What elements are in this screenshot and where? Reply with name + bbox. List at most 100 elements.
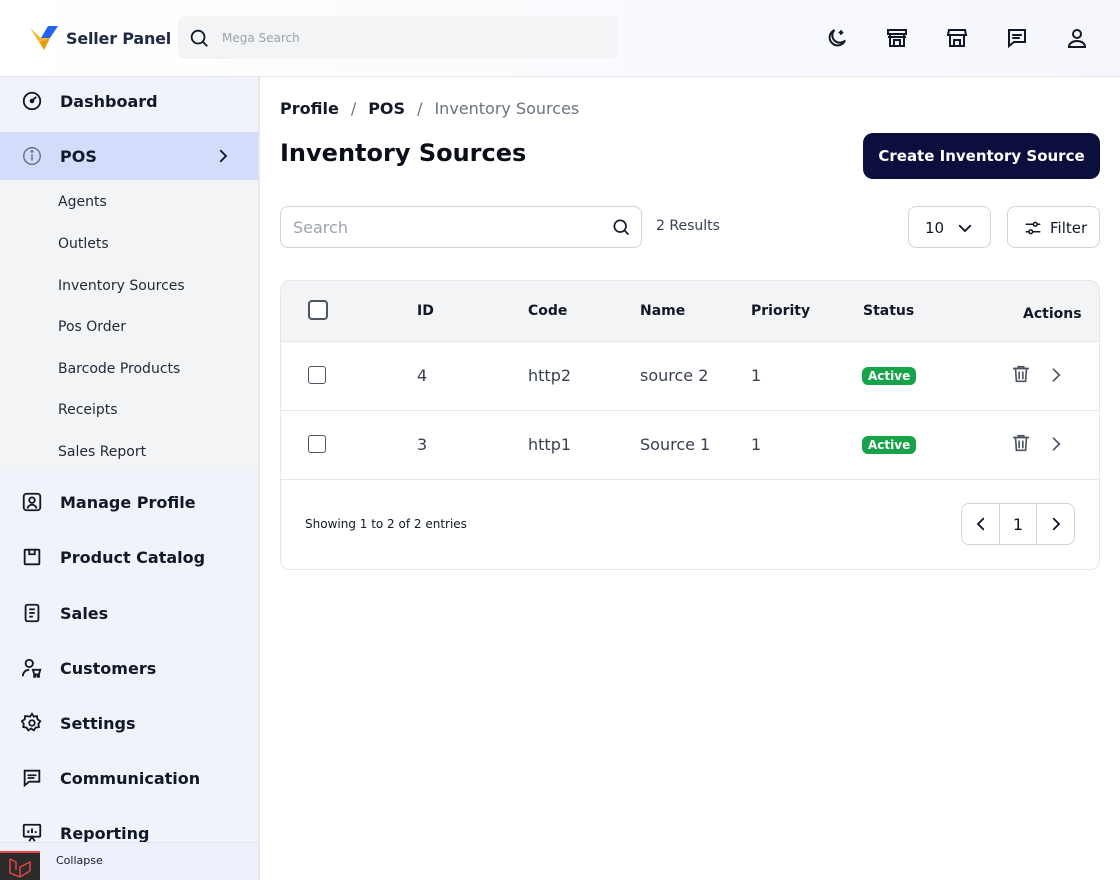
shop-icon[interactable] [945,26,969,50]
moon-icon[interactable] [825,26,849,50]
sidebar-item-label: POS [60,146,97,166]
filter-button[interactable]: Filter [1007,206,1100,248]
column-header-name[interactable]: Name [640,303,685,319]
sidebar-item-label: Customers [60,658,157,678]
sidebar-item-communication[interactable]: Communication [0,754,258,802]
sidebar-item-label: Reporting [60,823,150,843]
cell-id: 3 [417,435,428,454]
per-page-value: 10 [925,219,945,237]
user-icon[interactable] [1065,26,1089,50]
page-title: Inventory Sources [280,139,527,167]
search-icon[interactable] [611,217,631,237]
sidebar-footer: Collapse [0,842,258,880]
sidebar-item-label: Settings [60,713,136,733]
profile-card-icon [22,492,42,512]
column-header-status[interactable]: Status [863,303,914,319]
cell-name: Source 1 [640,435,711,454]
sidebar-item-dashboard[interactable]: Dashboard [0,77,258,125]
info-icon [23,147,41,165]
laravel-logo-icon [0,851,40,880]
brand-name: Seller Panel [66,28,172,48]
submenu-item-barcode-products[interactable]: Barcode Products [58,361,180,377]
breadcrumb-profile[interactable]: Profile [280,99,339,118]
cell-code: http1 [528,435,572,454]
gear-icon [21,712,42,732]
mega-search-input[interactable] [222,16,602,59]
sidebar-item-sales[interactable]: Sales [0,589,258,637]
logo-mark-icon [30,26,58,50]
submenu-item-agents[interactable]: Agents [58,194,107,210]
submenu-item-pos-order[interactable]: Pos Order [58,319,126,335]
brand-logo[interactable]: Seller Panel [28,22,171,54]
chat-icon[interactable] [1005,26,1029,50]
storefront-icon[interactable] [885,26,909,50]
status-badge: Active [862,367,917,385]
sidebar-item-label: Communication [60,768,201,788]
sidebar-item-label: Manage Profile [60,492,196,512]
column-header-actions: Actions [1023,306,1082,322]
mega-search[interactable] [178,16,618,59]
per-page-select[interactable]: 10 [908,206,991,248]
sidebar-item-customers[interactable]: Customers [0,644,258,692]
sidebar-item-label: Product Catalog [60,547,206,567]
submenu-item-sales-report[interactable]: Sales Report [58,444,146,460]
sidebar-item-label: Sales [60,603,109,623]
submenu-item-outlets[interactable]: Outlets [58,236,109,252]
presentation-chart-icon [22,823,42,842]
sidebar-item-manage-profile[interactable]: Manage Profile [0,478,258,526]
sidebar: Dashboard POS Agents Outlets Inventory S… [0,77,260,880]
breadcrumb-pos[interactable]: POS [368,99,405,118]
column-header-code[interactable]: Code [528,303,567,319]
current-page[interactable]: 1 [999,504,1037,544]
top-header: Seller Panel [0,0,1120,77]
collapse-button[interactable]: Collapse [56,854,103,867]
cell-code: http2 [528,366,572,385]
filter-label: Filter [1050,219,1088,237]
row-checkbox[interactable] [308,366,326,384]
results-count: 2 Results [656,218,720,234]
chevron-right-icon [219,149,228,163]
main-content: Profile / POS / Inventory Sources Invent… [260,77,1120,880]
cell-id: 4 [417,366,428,385]
table-row: 3 http1 Source 1 1 Active [281,411,1099,480]
breadcrumb: Profile / POS / Inventory Sources [280,99,579,118]
sidebar-item-label: Dashboard [60,91,158,111]
inventory-sources-table: ID Code Name Priority Status Actions 4 h… [280,280,1100,570]
gauge-icon [22,91,42,111]
sidebar-item-settings[interactable]: Settings [0,699,258,747]
search-icon [190,29,208,47]
sidebar-item-pos[interactable]: POS [0,132,258,180]
trash-icon[interactable] [1010,363,1032,385]
breadcrumb-current: Inventory Sources [434,99,580,118]
trash-icon[interactable] [1010,432,1032,454]
catalog-icon [23,548,41,566]
column-header-id[interactable]: ID [417,303,434,319]
create-inventory-source-button[interactable]: Create Inventory Source [863,133,1100,179]
search-input[interactable] [293,207,593,247]
customer-cart-icon [21,658,42,678]
chat-icon [23,769,41,788]
receipt-icon [24,603,40,623]
chevron-right-icon[interactable] [1046,434,1066,454]
submenu-item-receipts[interactable]: Receipts [58,402,118,418]
submenu-item-inventory-sources[interactable]: Inventory Sources [58,278,185,294]
table-row: 4 http2 source 2 1 Active [281,342,1099,411]
column-header-priority[interactable]: Priority [751,303,810,319]
chevron-left-icon [976,517,984,531]
pagination-summary: Showing 1 to 2 of 2 entries [305,517,467,531]
next-page-button[interactable] [1037,504,1074,544]
table-search[interactable] [280,206,642,248]
row-checkbox[interactable] [308,435,326,453]
chevron-right-icon[interactable] [1046,365,1066,385]
previous-page-button[interactable] [962,504,999,544]
breadcrumb-separator: / [350,99,357,118]
cell-priority: 1 [751,366,762,385]
chevron-right-icon [1052,517,1060,531]
breadcrumb-separator: / [417,99,423,118]
cell-priority: 1 [751,435,762,454]
select-all-checkbox[interactable] [308,300,328,320]
sidebar-item-product-catalog[interactable]: Product Catalog [0,533,258,581]
framework-logo-icon [9,858,31,878]
chevron-down-icon [958,224,972,233]
cell-name: source 2 [640,366,709,385]
